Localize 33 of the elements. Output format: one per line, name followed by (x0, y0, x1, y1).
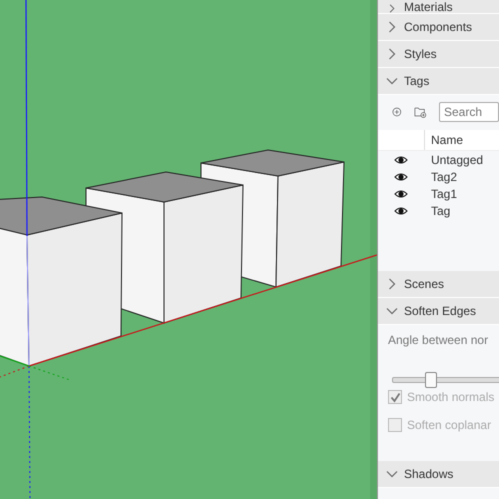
chevron-icon (386, 21, 398, 33)
section-title: Materials (404, 1, 453, 13)
section-title: Shadows (404, 467, 454, 481)
tag-name[interactable]: Tag2 (424, 170, 458, 184)
section-title: Scenes (404, 277, 444, 291)
section-title: Styles (404, 47, 437, 61)
chevron-icon (386, 305, 398, 317)
tag-name[interactable]: Tag (424, 204, 450, 218)
eye-icon[interactable] (394, 154, 408, 164)
chevron-icon (386, 468, 398, 480)
chevron-icon (386, 75, 398, 87)
tag-name[interactable]: Tag1 (424, 186, 458, 200)
eye-icon[interactable] (394, 172, 408, 182)
chevron-icon (386, 278, 398, 290)
section-title: Tags (404, 74, 430, 88)
angle-label: Angle between nor (388, 333, 490, 349)
section-header[interactable]: Components (378, 14, 499, 41)
section-header[interactable]: Materials (378, 0, 499, 14)
section-header[interactable]: Shadows (378, 461, 499, 488)
section-title: Soften Edges (404, 304, 476, 318)
eye-icon[interactable] (394, 188, 408, 198)
checkbox-label: Smooth normals (407, 390, 494, 404)
section-header[interactable]: Tags (378, 68, 499, 95)
section-header[interactable]: Scenes (378, 271, 499, 298)
search-field[interactable]: Search (439, 102, 499, 122)
section-header[interactable]: Soften Edges (378, 298, 499, 325)
checkbox-label: Soften coplanar (407, 418, 492, 432)
section-title: Components (404, 20, 472, 34)
chevron-icon (386, 48, 398, 60)
eye-icon[interactable] (394, 206, 408, 216)
section-header[interactable]: Styles (378, 41, 499, 68)
slider-thumb[interactable] (425, 372, 437, 388)
tag-name[interactable]: Untagged (424, 152, 484, 166)
